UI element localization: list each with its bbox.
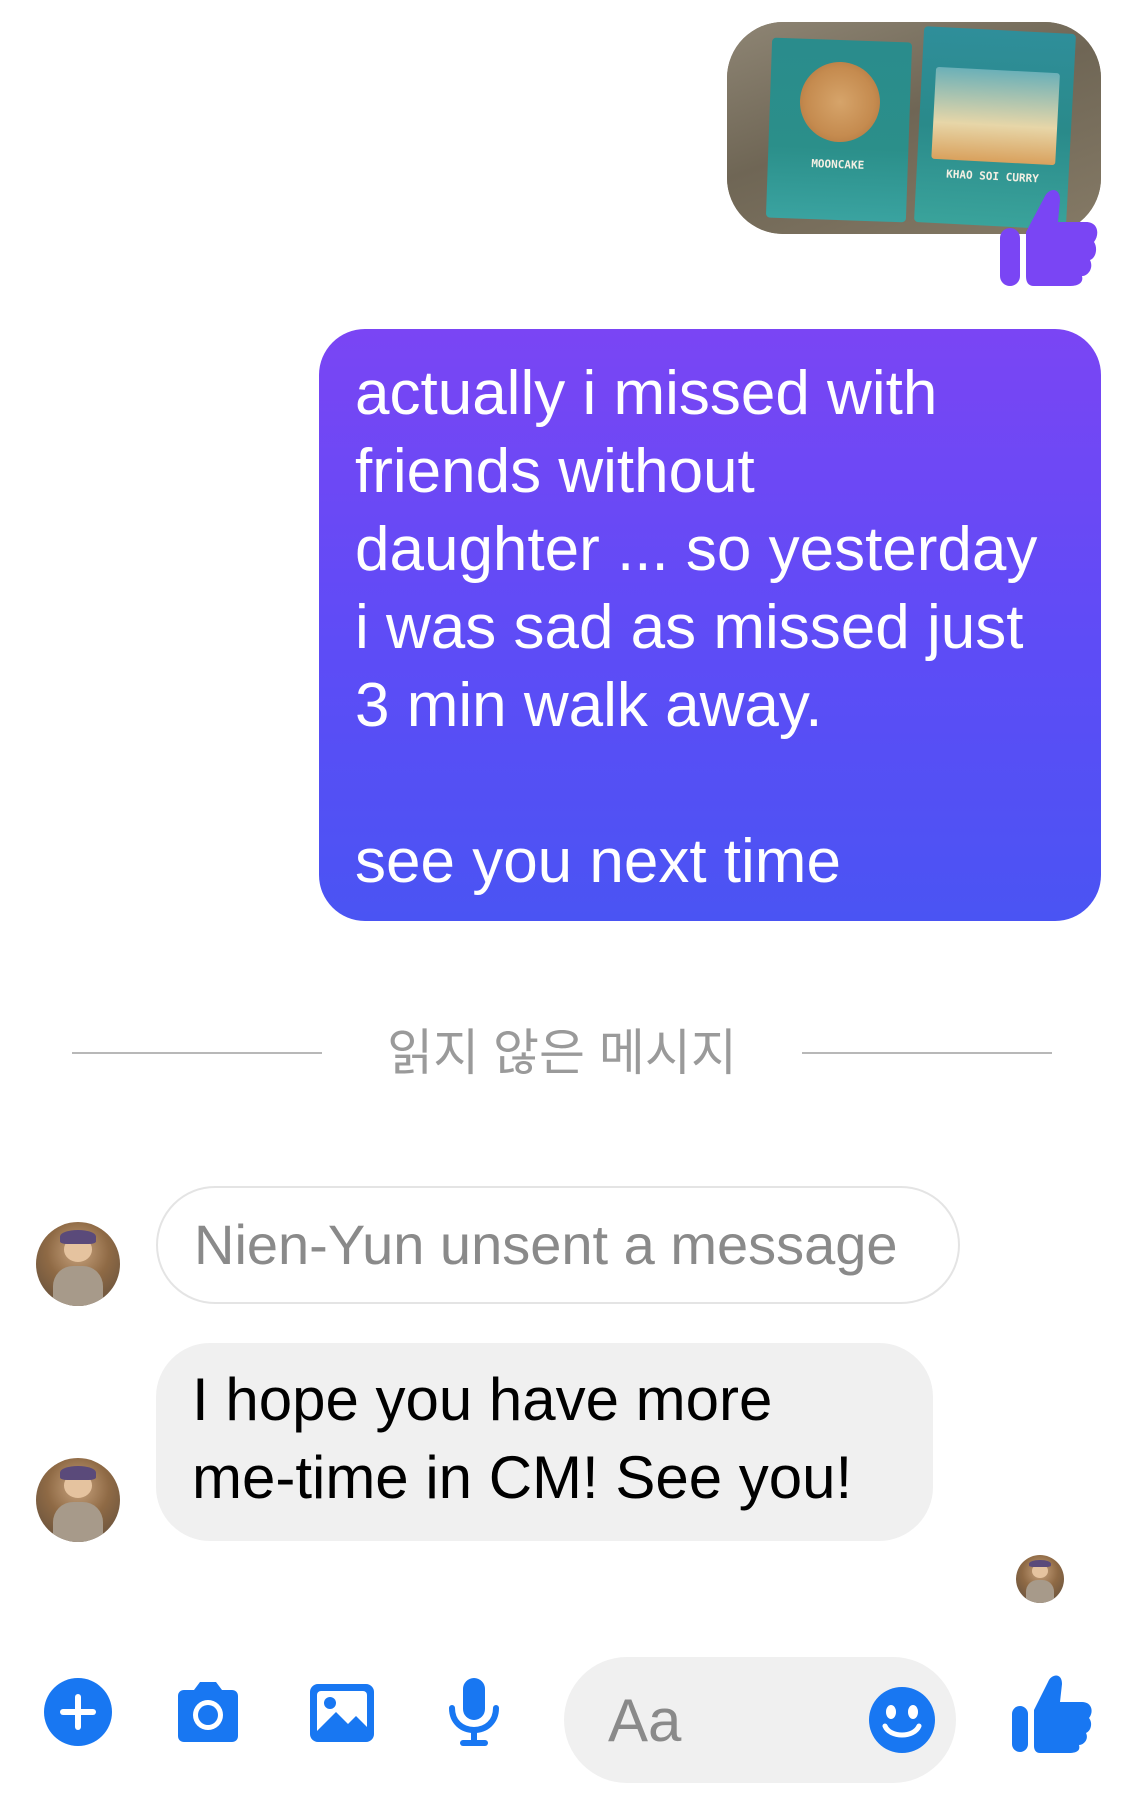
avatar-body — [52, 1265, 104, 1306]
avatar-hat — [59, 1230, 97, 1244]
avatar[interactable] — [36, 1458, 120, 1542]
chat-thread: MOONCAKE KHAO SOI CURRY actually i misse… — [0, 0, 1125, 1809]
read-receipt-avatar — [1016, 1555, 1064, 1603]
photo-icon[interactable] — [304, 1674, 380, 1750]
avatar-body — [52, 1501, 104, 1542]
package-label-left: MOONCAKE — [811, 157, 865, 172]
package-illustration — [931, 66, 1060, 166]
unsent-message-notice: Nien-Yun unsent a message — [156, 1186, 960, 1304]
mooncake-illustration — [798, 60, 882, 144]
avatar-body — [1025, 1579, 1055, 1603]
plus-icon[interactable] — [40, 1674, 116, 1750]
unread-divider: 읽지 않은 메시지 — [0, 1018, 1125, 1088]
microphone-icon[interactable] — [436, 1674, 512, 1750]
divider-line-left — [72, 1052, 322, 1054]
mooncake-package: MOONCAKE — [765, 37, 913, 223]
unread-divider-label: 읽지 않은 메시지 — [387, 1025, 737, 1081]
composer-bar — [0, 1650, 1125, 1809]
incoming-message-bubble[interactable]: I hope you have more me-time in CM! See … — [156, 1343, 933, 1541]
divider-line-right — [802, 1052, 1052, 1054]
outgoing-message-bubble[interactable]: actually i missed with friends without d… — [319, 329, 1101, 921]
avatar[interactable] — [36, 1222, 120, 1306]
emoji-icon[interactable] — [866, 1684, 938, 1756]
avatar-hat — [1029, 1559, 1051, 1568]
thumbs-up-icon[interactable] — [994, 178, 1100, 288]
camera-icon[interactable] — [170, 1674, 246, 1750]
avatar-hat — [59, 1466, 97, 1480]
thumbs-up-icon[interactable] — [1010, 1668, 1094, 1754]
